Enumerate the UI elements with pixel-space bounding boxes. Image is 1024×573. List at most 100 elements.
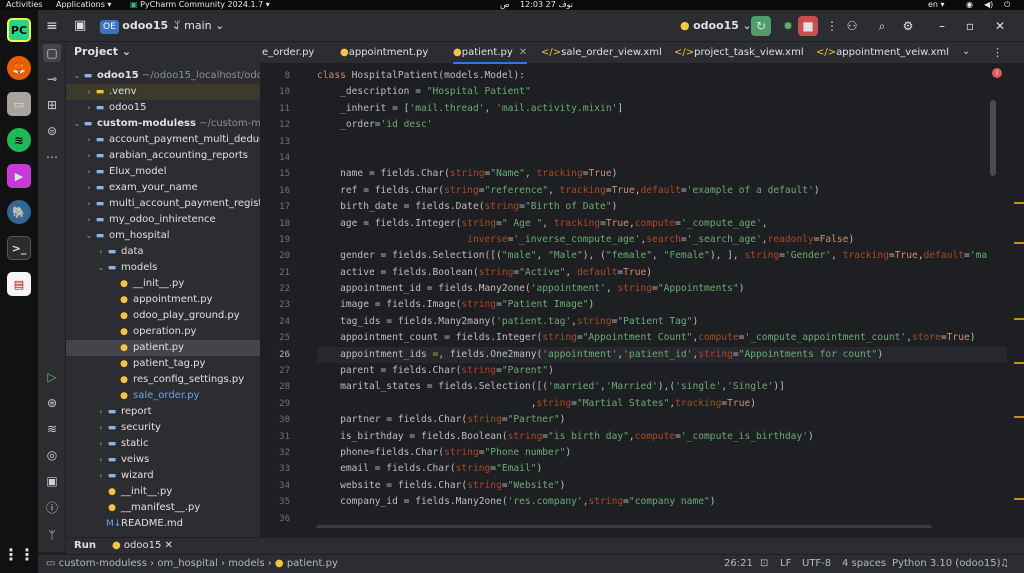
code-line[interactable]: appointment_ids =, fields.One2many('appo…: [317, 346, 1007, 364]
tree-item[interactable]: › ▬ data: [66, 244, 260, 260]
spotify-icon[interactable]: ≋: [7, 128, 31, 152]
chevron-right-icon[interactable]: ›: [96, 404, 106, 420]
code-line[interactable]: active = fields.Boolean(string="Active",…: [317, 265, 1007, 281]
code-line[interactable]: ref = fields.Char(string="reference", tr…: [317, 183, 1007, 199]
warning-marker[interactable]: [1014, 416, 1024, 418]
search-icon[interactable]: ⌕: [872, 16, 892, 36]
run-config-tab[interactable]: ● odoo15 ✕: [112, 538, 173, 554]
tree-item[interactable]: › ▬ .venv: [66, 84, 260, 100]
line-number[interactable]: 24: [260, 314, 290, 330]
run-config-selector[interactable]: ● odoo15 ⌄: [680, 17, 752, 35]
line-number[interactable]: 16: [260, 183, 290, 199]
applications-menu[interactable]: Applications ▾: [56, 0, 111, 10]
line-number[interactable]: 19: [260, 232, 290, 248]
terminal-tool-icon[interactable]: ▣: [43, 472, 61, 490]
postgresql-icon[interactable]: 🐘: [7, 200, 31, 224]
code-editor[interactable]: 8 10 11 12 13 14 15 16 17 18 19 20 21 22 23 24 25 26 27 28 2…: [260, 64, 1024, 528]
lock-icon[interactable]: ⊡: [760, 555, 768, 573]
line-number[interactable]: 34: [260, 478, 290, 494]
structure-icon[interactable]: ⊞: [43, 96, 61, 114]
line-number[interactable]: 17: [260, 199, 290, 215]
tab-menu-icon[interactable]: ⋮: [992, 46, 1003, 59]
language-indicator[interactable]: en ▾: [928, 0, 945, 10]
file-encoding[interactable]: UTF-8: [802, 555, 831, 573]
chevron-down-icon[interactable]: ⌄: [84, 228, 94, 244]
line-number[interactable]: 26: [260, 347, 290, 363]
code-line[interactable]: email = fields.Char(string="Email"): [317, 461, 1007, 477]
line-number[interactable]: 23: [260, 297, 290, 313]
chevron-right-icon[interactable]: ›: [96, 420, 106, 436]
code-line[interactable]: [317, 134, 1007, 150]
line-number[interactable]: 35: [260, 494, 290, 510]
tree-item[interactable]: ⌄▬ custom-moduless ~/custom-moduless: [66, 116, 260, 132]
minimize-icon[interactable]: –: [932, 16, 952, 36]
layers-icon[interactable]: ≋: [43, 420, 61, 438]
more-tools-icon[interactable]: ⋯: [43, 148, 61, 166]
document-viewer-icon[interactable]: ▤: [7, 272, 31, 296]
tree-item[interactable]: M↓README.md: [66, 516, 260, 532]
tree-item[interactable]: ● patient_tag.py: [66, 356, 260, 372]
code-line[interactable]: marital_states = fields.Selection([('mar…: [317, 379, 1007, 395]
python-packages-icon[interactable]: ⊛: [43, 394, 61, 412]
code-line[interactable]: ,string="Martial States",tracking=True): [317, 396, 1007, 412]
tree-item[interactable]: ● appointment.py: [66, 292, 260, 308]
code-lines[interactable]: class HospitalPatient(models.Model): _de…: [317, 68, 1007, 527]
firefox-icon[interactable]: 🦊: [7, 56, 31, 80]
chevron-right-icon[interactable]: ›: [84, 212, 94, 228]
tabs-overflow-icon[interactable]: ⌄: [962, 46, 970, 57]
line-number[interactable]: 21: [260, 265, 290, 281]
git-icon[interactable]: ᛘ: [43, 526, 61, 544]
cursor-position[interactable]: 26:21: [724, 555, 753, 573]
tree-item[interactable]: › ▬ exam_your_name: [66, 180, 260, 196]
system-clock[interactable]: 12:03 27 نوف: [520, 0, 573, 10]
chevron-right-icon[interactable]: ›: [84, 180, 94, 196]
editor-tab[interactable]: </>sale_order_view.xml: [541, 42, 662, 64]
python-interpreter[interactable]: Python 3.10 (odoo15): [892, 555, 1001, 573]
code-line[interactable]: gender = fields.Selection([("male", "Mal…: [317, 248, 1007, 264]
warning-marker[interactable]: [1014, 242, 1024, 244]
line-number[interactable]: 20: [260, 248, 290, 264]
chevron-down-icon[interactable]: ⌄: [96, 260, 106, 276]
code-line[interactable]: _description = "Hospital Patient": [317, 84, 1007, 100]
notifications-icon[interactable]: ♫: [1000, 555, 1009, 573]
line-separator[interactable]: LF: [780, 555, 791, 573]
line-number[interactable]: 13: [260, 134, 290, 150]
editor-tab[interactable]: e_order.py: [262, 42, 314, 64]
code-line[interactable]: _inherit = ['mail.thread', 'mail.activit…: [317, 101, 1007, 117]
editor-tab[interactable]: </>appointment_veiw.xml: [816, 42, 949, 64]
activities-button[interactable]: Activities: [6, 0, 43, 10]
warning-marker[interactable]: [1014, 318, 1024, 320]
code-line[interactable]: _order='id desc': [317, 117, 1007, 133]
code-line[interactable]: company_id = fields.Many2one('res.compan…: [317, 494, 1007, 510]
chevron-right-icon[interactable]: ›: [84, 148, 94, 164]
rerun-icon[interactable]: ↻: [751, 16, 771, 36]
line-number[interactable]: 31: [260, 429, 290, 445]
project-switcher[interactable]: OE odoo15 ⌄: [100, 17, 181, 35]
tree-item[interactable]: › ▬ odoo15: [66, 100, 260, 116]
horizontal-scrollbar[interactable]: [316, 525, 932, 528]
line-number[interactable]: 14: [260, 150, 290, 166]
tree-item[interactable]: ● odoo_play_ground.py: [66, 308, 260, 324]
tree-item[interactable]: ● __init__.py: [66, 276, 260, 292]
indent-setting[interactable]: 4 spaces: [842, 555, 886, 573]
chevron-right-icon[interactable]: ›: [84, 164, 94, 180]
pycharm-icon[interactable]: PC: [7, 18, 31, 42]
chevron-right-icon[interactable]: ›: [84, 100, 94, 116]
chevron-right-icon[interactable]: ›: [96, 244, 106, 260]
video-player-icon[interactable]: ▶: [7, 164, 31, 188]
code-line[interactable]: [317, 150, 1007, 166]
tree-item[interactable]: ● sale_order.py: [66, 388, 260, 404]
editor-tab[interactable]: </>project_task_view.xml: [674, 42, 804, 64]
tree-item[interactable]: › ▬ report: [66, 404, 260, 420]
commit-icon[interactable]: ⊸: [43, 70, 61, 88]
code-line[interactable]: class HospitalPatient(models.Model):: [317, 68, 1007, 84]
close-icon[interactable]: ✕: [990, 16, 1010, 36]
close-tab-icon[interactable]: ✕: [519, 47, 527, 58]
tree-item[interactable]: › ▬ Elux_model: [66, 164, 260, 180]
line-number[interactable]: 12: [260, 117, 290, 133]
tree-item[interactable]: › ▬ multi_account_payment_register: [66, 196, 260, 212]
run-tab-label[interactable]: Run: [74, 538, 96, 554]
code-line[interactable]: appointment_id = fields.Many2one('appoin…: [317, 281, 1007, 297]
line-number[interactable]: 15: [260, 166, 290, 182]
stop-icon[interactable]: ■: [798, 16, 818, 36]
